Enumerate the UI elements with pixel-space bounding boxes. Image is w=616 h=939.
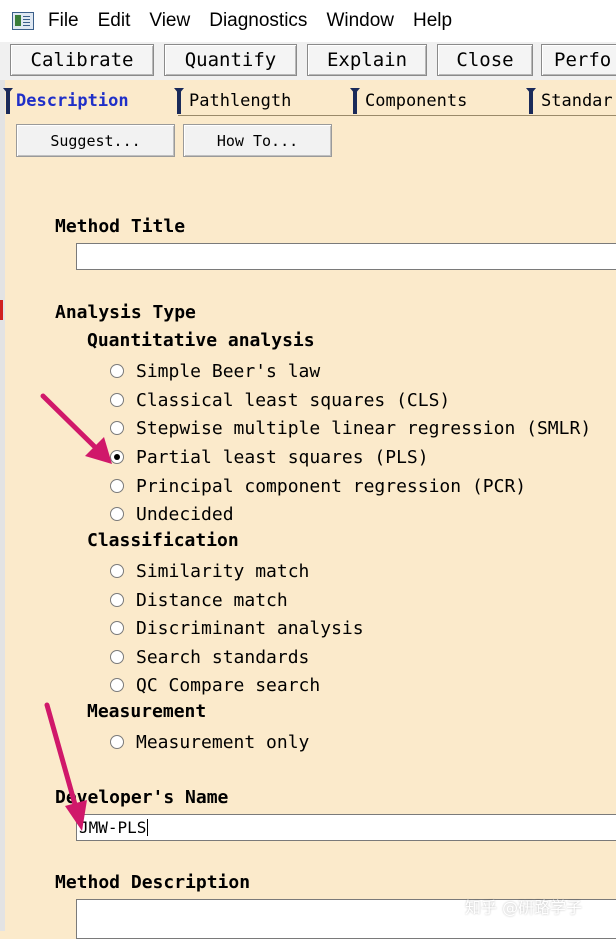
radio-discriminant-analysis[interactable]: Discriminant analysis	[110, 616, 364, 640]
annotation-arrow-developer	[44, 702, 87, 831]
how-to-button[interactable]: How To...	[183, 124, 332, 157]
left-edge	[0, 80, 5, 931]
radio-button[interactable]	[110, 678, 124, 692]
radio-label: Partial least squares (PLS)	[136, 446, 429, 468]
radio-similarity-match[interactable]: Similarity match	[110, 559, 309, 583]
annotation-arrow-pls	[40, 393, 112, 464]
quantitative-analysis-label: Quantitative analysis	[87, 330, 315, 351]
radio-button[interactable]	[110, 650, 124, 664]
tab-marker	[350, 88, 360, 114]
measurement-label: Measurement	[87, 701, 207, 722]
radio-label: Measurement only	[136, 731, 310, 753]
radio-label: Search standards	[136, 646, 310, 668]
explain-button[interactable]: Explain	[307, 44, 427, 76]
method-description-label: Method Description	[55, 872, 251, 893]
method-title-label: Method Title	[55, 216, 186, 237]
radio-button[interactable]	[110, 621, 124, 635]
radio-cls[interactable]: Classical least squares (CLS)	[110, 388, 450, 412]
radio-pcr[interactable]: Principal component regression (PCR)	[110, 474, 526, 498]
close-button[interactable]: Close	[437, 44, 533, 76]
suggest-button[interactable]: Suggest...	[16, 124, 175, 157]
radio-button[interactable]	[110, 564, 124, 578]
method-title-input[interactable]	[76, 243, 616, 270]
watermark: 知乎 @研路学子	[465, 898, 583, 917]
tab-marker	[174, 88, 184, 114]
tab-standards[interactable]: Standar	[541, 88, 613, 116]
analysis-type-label: Analysis Type	[55, 302, 196, 323]
tab-divider	[178, 115, 616, 116]
radio-label: Classical least squares (CLS)	[136, 389, 451, 411]
radio-label: QC Compare search	[136, 674, 321, 696]
menu-edit[interactable]: Edit	[98, 10, 131, 32]
radio-smlr[interactable]: Stepwise multiple linear regression (SML…	[110, 416, 591, 440]
menu-bar: File Edit View Diagnostics Window Help	[0, 0, 616, 42]
radio-label: Discriminant analysis	[136, 617, 364, 639]
toolbar: Calibrate Quantify Explain Close Perfo	[0, 42, 616, 80]
radio-pls[interactable]: Partial least squares (PLS)	[110, 445, 429, 469]
radio-search-standards[interactable]: Search standards	[110, 645, 309, 669]
text-caret	[147, 819, 149, 836]
radio-button[interactable]	[110, 735, 124, 749]
radio-button[interactable]	[110, 507, 124, 521]
menu-window[interactable]: Window	[326, 10, 394, 32]
radio-simple-beers-law[interactable]: Simple Beer's law	[110, 359, 320, 383]
radio-undecided[interactable]: Undecided	[110, 502, 234, 526]
radio-label: Simple Beer's law	[136, 360, 321, 382]
radio-button[interactable]	[110, 479, 124, 493]
tab-marker	[3, 88, 13, 114]
developer-name-input[interactable]: JMW-PLS	[76, 814, 616, 841]
radio-qc-compare-search[interactable]: QC Compare search	[110, 673, 320, 697]
menu-view[interactable]: View	[149, 10, 190, 32]
calibrate-button[interactable]: Calibrate	[10, 44, 154, 76]
tab-components[interactable]: Components	[365, 88, 467, 116]
radio-label: Distance match	[136, 589, 288, 611]
menu-file[interactable]: File	[48, 10, 79, 32]
radio-label: Stepwise multiple linear regression (SML…	[136, 417, 592, 439]
app-icon	[12, 12, 34, 30]
radio-button[interactable]	[110, 364, 124, 378]
perform-button[interactable]: Perfo	[541, 44, 616, 76]
radio-button[interactable]	[110, 593, 124, 607]
menu-help[interactable]: Help	[413, 10, 452, 32]
radio-label: Undecided	[136, 503, 234, 525]
radio-distance-match[interactable]: Distance match	[110, 588, 288, 612]
tab-description[interactable]: Description	[16, 88, 129, 116]
left-edge-marker	[0, 300, 3, 320]
radio-label: Principal component regression (PCR)	[136, 475, 527, 497]
radio-label: Similarity match	[136, 560, 310, 582]
classification-label: Classification	[87, 530, 239, 551]
tab-marker	[526, 88, 536, 114]
quantify-button[interactable]: Quantify	[164, 44, 297, 76]
radio-measurement-only[interactable]: Measurement only	[110, 730, 309, 754]
tab-pathlength[interactable]: Pathlength	[189, 88, 291, 116]
menu-diagnostics[interactable]: Diagnostics	[209, 10, 307, 32]
